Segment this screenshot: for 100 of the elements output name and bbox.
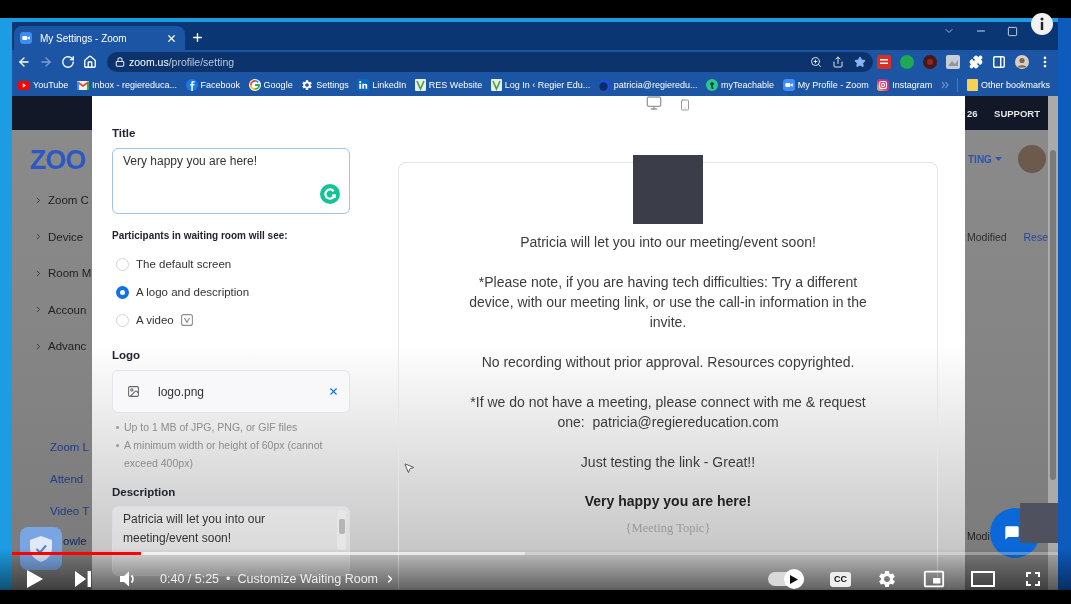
shield-icon[interactable] bbox=[20, 527, 62, 570]
bookmark-link[interactable]: RES Website bbox=[414, 79, 483, 91]
play-icon bbox=[790, 574, 798, 584]
field-label: Participants in waiting room will see: bbox=[112, 229, 289, 243]
title-field[interactable]: Very happy you are here! bbox=[112, 148, 350, 214]
preview-text: *Please note, if you are having tech difficulties: Try a different device, with our meeting link, or use the call-in information in the invite. bbox=[468, 273, 868, 332]
bookmark-link[interactable]: Facebook bbox=[185, 79, 241, 91]
video-placeholder bbox=[1020, 503, 1058, 543]
close-icon[interactable] bbox=[328, 386, 339, 397]
bookmark-link[interactable]: Other bookmarks bbox=[966, 79, 1050, 91]
scrollbar-track[interactable] bbox=[1048, 96, 1058, 590]
bookmark-link[interactable]: Settings bbox=[301, 79, 349, 91]
field-label: Description bbox=[112, 485, 177, 500]
bullet-icon bbox=[116, 425, 119, 429]
bookmark-link[interactable]: YouTube bbox=[18, 80, 69, 90]
theater-mode-icon[interactable] bbox=[971, 571, 995, 587]
nav-item[interactable]: Device bbox=[12, 218, 92, 255]
chevron-right-icon bbox=[34, 305, 43, 315]
row-label: Modi bbox=[966, 529, 991, 544]
scrollbar-thumb[interactable] bbox=[1050, 150, 1056, 480]
progress-track[interactable] bbox=[12, 552, 1058, 555]
support-link[interactable]: SUPPORT bbox=[994, 107, 1040, 119]
miniplayer-icon[interactable] bbox=[923, 568, 945, 590]
avatar-icon[interactable] bbox=[1015, 55, 1029, 69]
preview-text: Just testing the link - Great!! bbox=[579, 453, 757, 472]
nav-item[interactable]: Accoun bbox=[12, 291, 92, 328]
v-logo-icon bbox=[414, 79, 426, 91]
radio-button[interactable] bbox=[116, 285, 129, 299]
image-icon bbox=[127, 385, 140, 398]
logo-file-field[interactable]: logo.png bbox=[112, 370, 350, 413]
lock-icon bbox=[115, 57, 125, 67]
preview-text: Patricia will let you into our meeting/event soon! bbox=[519, 233, 817, 252]
chevron-right-icon bbox=[34, 232, 43, 242]
puzzle-icon[interactable] bbox=[969, 55, 983, 69]
bookmark-link[interactable]: LinkedIn bbox=[357, 79, 407, 91]
video-camera-icon bbox=[20, 32, 32, 44]
skip-next-icon[interactable] bbox=[75, 571, 91, 587]
back-icon[interactable] bbox=[17, 55, 31, 69]
field-label: Title bbox=[112, 126, 137, 141]
chevron-right-icon bbox=[34, 341, 43, 351]
address-bar[interactable]: zoom.us/profile/setting bbox=[107, 52, 873, 72]
play-icon[interactable] bbox=[27, 570, 43, 588]
v-logo-icon bbox=[490, 79, 502, 91]
scrollbar-thumb[interactable] bbox=[338, 519, 345, 534]
chevron-right-icon bbox=[34, 268, 43, 278]
radio-option[interactable]: A logo and description bbox=[112, 278, 350, 306]
sidebar-link[interactable]: owle bbox=[63, 533, 87, 548]
video-camera-icon bbox=[782, 79, 795, 91]
bookmark-link[interactable]: My Profile - Zoom bbox=[782, 79, 869, 91]
g-logo-icon bbox=[248, 79, 261, 91]
zoom-in-icon[interactable] bbox=[810, 56, 822, 68]
reload-icon[interactable] bbox=[61, 55, 75, 69]
plus-icon[interactable] bbox=[191, 31, 204, 44]
t-logo-icon bbox=[706, 79, 719, 91]
play-logo-icon bbox=[18, 80, 30, 90]
autoplay-toggle[interactable] bbox=[768, 569, 804, 589]
hint-text: Up to 1 MB of JPG, PNG, or GIF files bbox=[124, 420, 298, 435]
settings-icon[interactable] bbox=[877, 569, 897, 589]
nav-item[interactable]: Room M bbox=[12, 255, 92, 292]
circle-logo-icon bbox=[598, 79, 611, 91]
photo-placeholder bbox=[633, 155, 703, 224]
radio-option[interactable]: A video bbox=[112, 306, 350, 334]
home-icon[interactable] bbox=[83, 55, 97, 69]
caret-down-icon bbox=[994, 157, 1002, 161]
preview-text: *If we do not have a meeting, please connect with me & request one: patricia@regiereducation.com bbox=[469, 393, 867, 432]
browser-tab[interactable]: My Settings - Zoom bbox=[14, 26, 185, 50]
side-panel-icon[interactable] bbox=[992, 55, 1006, 69]
share-icon[interactable] bbox=[832, 56, 844, 68]
bookmark-link[interactable]: Inbox - regiereduca... bbox=[76, 80, 177, 90]
phone-icon[interactable] bbox=[678, 99, 691, 111]
bars-app-icon[interactable] bbox=[877, 55, 891, 69]
bookmark-link[interactable]: patricia@regieredu... bbox=[598, 79, 698, 91]
bookmark-link[interactable]: Instagram bbox=[877, 79, 933, 91]
close-icon[interactable] bbox=[166, 32, 177, 44]
chevron-right-icon bbox=[34, 195, 43, 205]
hint-text: A minimum width or height of 60px (cannot exceed 400px) bbox=[124, 438, 324, 471]
cursor-icon bbox=[403, 462, 415, 474]
radio-option[interactable]: The default screen bbox=[112, 250, 350, 278]
preview-text: No recording without prior approval. Resources copyrighted. bbox=[480, 353, 856, 372]
logo-text: ZOO bbox=[30, 147, 86, 173]
column-label: Modified bbox=[967, 231, 1007, 243]
scrollbar-track[interactable] bbox=[337, 510, 346, 550]
monitor-icon[interactable] bbox=[645, 95, 662, 111]
camera-logo-icon bbox=[877, 79, 890, 91]
gear-icon bbox=[301, 79, 314, 91]
maximize-icon[interactable] bbox=[1007, 25, 1018, 37]
nav-item[interactable]: Advanc bbox=[12, 328, 92, 365]
field-label: Logo bbox=[112, 348, 142, 363]
nav-item[interactable]: Zoom C bbox=[12, 182, 92, 219]
bullet-icon bbox=[116, 443, 119, 447]
bookmark-link[interactable]: Google bbox=[248, 79, 293, 91]
f-logo-icon bbox=[185, 79, 198, 91]
bookmark-link[interactable]: Log In ‹ Regier Edu... bbox=[490, 79, 591, 91]
star-icon[interactable] bbox=[854, 56, 866, 68]
header-text: 26 bbox=[967, 107, 978, 119]
bookmark-link[interactable]: myTeachable bbox=[706, 79, 775, 91]
folder-icon bbox=[966, 79, 978, 91]
forward-icon[interactable] bbox=[39, 55, 53, 69]
info-icon[interactable] bbox=[1031, 13, 1053, 35]
volume-icon[interactable] bbox=[120, 571, 136, 587]
